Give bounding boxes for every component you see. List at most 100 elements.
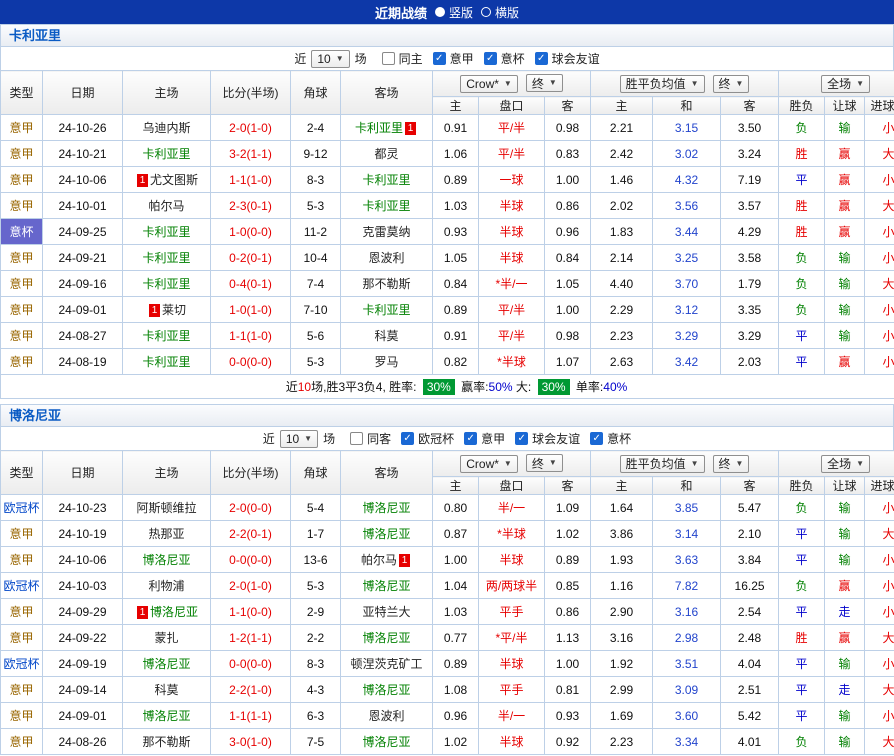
scope-select[interactable]: 全场▼ bbox=[821, 455, 870, 473]
asian-handicap: 平/半 bbox=[479, 323, 545, 349]
team-name: 莱切 bbox=[162, 303, 186, 317]
checkbox-label: 意杯 bbox=[607, 430, 631, 447]
col-header-corner: 角球 bbox=[291, 71, 341, 115]
filter-checkbox[interactable]: ✓意杯 bbox=[484, 50, 525, 67]
europe-draw-odds: 3.85 bbox=[653, 495, 721, 521]
europe-avg-select[interactable]: 胜平负均值▼ bbox=[620, 455, 705, 473]
away-team-cell: 都灵 bbox=[341, 141, 433, 167]
europe-odds-group-header: 胜平负均值▼ 终▼ bbox=[591, 451, 779, 477]
scope-select[interactable]: 全场▼ bbox=[821, 75, 870, 93]
away-team-cell: 那不勒斯 bbox=[341, 271, 433, 297]
corners-cell: 10-4 bbox=[291, 245, 341, 271]
europe-away-odds: 3.35 bbox=[721, 297, 779, 323]
corners-cell: 5-3 bbox=[291, 573, 341, 599]
checkbox-checked-icon[interactable]: ✓ bbox=[401, 432, 414, 445]
result-handicap: 输 bbox=[825, 547, 865, 573]
europe-draw-odds: 3.09 bbox=[653, 677, 721, 703]
red-card-badge: 1 bbox=[149, 304, 160, 317]
checkbox-checked-icon[interactable]: ✓ bbox=[464, 432, 477, 445]
col-header-type: 类型 bbox=[1, 71, 43, 115]
score-cell: 2-0(1-0) bbox=[211, 573, 291, 599]
home-team-cell: 利物浦 bbox=[123, 573, 211, 599]
radio-horizontal-layout[interactable]: 横版 bbox=[481, 4, 519, 21]
europe-home-odds: 3.16 bbox=[591, 625, 653, 651]
checkbox-checked-icon[interactable]: ✓ bbox=[484, 52, 497, 65]
away-team-cell: 克雷莫纳 bbox=[341, 219, 433, 245]
select-value: 胜平负均值 bbox=[626, 75, 686, 92]
date-cell: 24-09-22 bbox=[43, 625, 123, 651]
checkbox-checked-icon[interactable]: ✓ bbox=[433, 52, 446, 65]
team-name: 恩波利 bbox=[368, 251, 404, 265]
asian-away-odds: 0.89 bbox=[545, 547, 591, 573]
europe-draw-odds: 3.63 bbox=[653, 547, 721, 573]
europe-avg-select[interactable]: 胜平负均值▼ bbox=[620, 75, 705, 93]
filter-checkbox[interactable]: ✓意甲 bbox=[464, 430, 505, 447]
checkbox-checked-icon[interactable]: ✓ bbox=[515, 432, 528, 445]
score-cell: 1-2(1-1) bbox=[211, 625, 291, 651]
summary-segment: 近 bbox=[286, 380, 298, 394]
team-name: 博洛尼亚 bbox=[362, 527, 410, 541]
sub-header-winloss: 胜负 bbox=[779, 477, 825, 495]
home-team-cell: 热那亚 bbox=[123, 521, 211, 547]
europe-away-odds: 2.54 bbox=[721, 599, 779, 625]
checkbox-checked-icon[interactable]: ✓ bbox=[590, 432, 603, 445]
filter-checkbox[interactable]: ✓欧冠杯 bbox=[401, 430, 454, 447]
date-cell: 24-09-14 bbox=[43, 677, 123, 703]
odds-final-select[interactable]: 终▼ bbox=[526, 74, 563, 92]
radio-selected-icon[interactable] bbox=[435, 7, 445, 17]
odds-source-select[interactable]: Crow*▼ bbox=[460, 75, 518, 93]
corners-cell: 8-3 bbox=[291, 167, 341, 193]
radio-vertical-layout[interactable]: 竖版 bbox=[435, 4, 473, 21]
asian-away-odds: 0.92 bbox=[545, 729, 591, 755]
league-cell: 意甲 bbox=[1, 729, 43, 755]
result-goals: 小 bbox=[865, 573, 894, 599]
asian-away-odds: 1.13 bbox=[545, 625, 591, 651]
team-name: 热那亚 bbox=[148, 527, 184, 541]
europe-home-odds: 2.02 bbox=[591, 193, 653, 219]
filter-bar: 近 10▼ 场 同客✓欧冠杯✓意甲✓球会友谊✓意杯 bbox=[0, 426, 894, 450]
result-winloss: 平 bbox=[779, 323, 825, 349]
filter-checkbox[interactable]: ✓ 球会友谊 bbox=[535, 50, 600, 67]
select-value: 终 bbox=[719, 75, 731, 92]
europe-final-select[interactable]: 终▼ bbox=[713, 75, 750, 93]
asian-home-odds: 0.91 bbox=[433, 115, 479, 141]
filter-checkbox[interactable]: ✓意甲 bbox=[433, 50, 474, 67]
sub-header-let: 让球 bbox=[825, 97, 865, 115]
result-winloss: 负 bbox=[779, 271, 825, 297]
checkbox-checked-icon[interactable]: ✓ bbox=[535, 52, 548, 65]
europe-away-odds: 3.29 bbox=[721, 323, 779, 349]
team-name: 博洛尼亚 bbox=[142, 657, 190, 671]
result-handicap: 输 bbox=[825, 495, 865, 521]
asian-home-odds: 1.03 bbox=[433, 599, 479, 625]
team-name: 卡利亚里 bbox=[362, 199, 410, 213]
date-cell: 24-08-26 bbox=[43, 729, 123, 755]
sub-header-asian-home: 主 bbox=[433, 97, 479, 115]
europe-home-odds: 1.16 bbox=[591, 573, 653, 599]
recent-count-select[interactable]: 10▼ bbox=[280, 430, 318, 448]
filter-checkbox[interactable]: ✓球会友谊 bbox=[515, 430, 580, 447]
filter-checkbox[interactable]: ✓ 意杯 bbox=[590, 430, 631, 447]
checkbox-label: 球会友谊 bbox=[552, 50, 600, 67]
europe-away-odds: 2.03 bbox=[721, 349, 779, 375]
checkbox-unchecked-icon[interactable] bbox=[350, 432, 363, 445]
page-title: 近期战绩 bbox=[375, 3, 427, 22]
team-name: 恩波利 bbox=[368, 709, 404, 723]
europe-draw-odds: 3.14 bbox=[653, 521, 721, 547]
asian-away-odds: 1.00 bbox=[545, 167, 591, 193]
odds-final-select[interactable]: 终▼ bbox=[526, 454, 563, 472]
date-cell: 24-09-19 bbox=[43, 651, 123, 677]
radio-unselected-icon[interactable] bbox=[481, 7, 491, 17]
team-name: 科莫 bbox=[154, 683, 178, 697]
checkbox-unchecked-icon[interactable] bbox=[382, 52, 395, 65]
team-name: 顿涅茨克矿工 bbox=[350, 657, 422, 671]
summary-segment: 场,胜3平3负4, 胜率: bbox=[311, 380, 420, 394]
select-value: Crow* bbox=[466, 77, 499, 91]
filter-checkbox[interactable]: 同主 bbox=[382, 50, 423, 67]
filter-checkbox[interactable]: 同客 bbox=[350, 430, 391, 447]
chevron-down-icon: ▼ bbox=[691, 460, 699, 468]
match-row: 意甲24-09-011莱切1-0(1-0)7-10卡利亚里0.89平/半1.00… bbox=[1, 297, 894, 323]
europe-final-select[interactable]: 终▼ bbox=[713, 455, 750, 473]
team-name: 卡利亚里 bbox=[142, 355, 190, 369]
odds-source-select[interactable]: Crow*▼ bbox=[460, 455, 518, 473]
recent-count-select[interactable]: 10▼ bbox=[311, 50, 349, 68]
